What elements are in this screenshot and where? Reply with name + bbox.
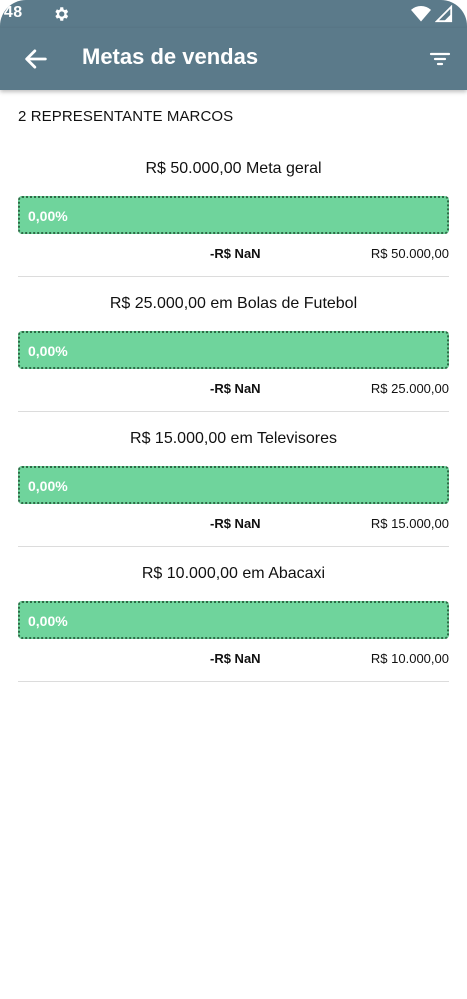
filter-icon[interactable] bbox=[427, 47, 453, 71]
page-title: Metas de vendas bbox=[82, 44, 259, 69]
goal-item: R$ 25.000,00 em Bolas de Futebol 0,00% -… bbox=[18, 277, 449, 412]
remaining-value: -R$ NaN bbox=[210, 516, 261, 531]
goal-title: R$ 10.000,00 em Abacaxi bbox=[141, 565, 326, 582]
arrow-back-icon[interactable] bbox=[22, 45, 50, 73]
goal-title: R$ 50.000,00 Meta geral bbox=[145, 160, 322, 177]
remaining-value: -R$ NaN bbox=[210, 381, 261, 396]
progress-label: 0,00% bbox=[28, 478, 68, 494]
remaining-value: -R$ NaN bbox=[210, 246, 261, 261]
goal-item: R$ 10.000,00 em Abacaxi 0,00% -R$ NaN R$… bbox=[18, 547, 449, 682]
progress-label: 0,00% bbox=[28, 613, 68, 629]
progress-label: 0,00% bbox=[28, 343, 68, 359]
goal-item: R$ 15.000,00 em Televisores 0,00% -R$ Na… bbox=[18, 412, 449, 547]
remaining-value: -R$ NaN bbox=[210, 651, 261, 666]
goal-list: R$ 50.000,00 Meta geral 0,00% -R$ NaN R$… bbox=[18, 142, 449, 682]
status-icons bbox=[411, 4, 453, 28]
status-time: :48 bbox=[0, 4, 23, 21]
progress-bar: 0,00% bbox=[18, 331, 449, 369]
target-value: R$ 50.000,00 bbox=[370, 246, 449, 261]
target-value: R$ 15.000,00 bbox=[370, 516, 449, 531]
signal-icon bbox=[434, 4, 453, 28]
progress-bar: 0,00% bbox=[18, 466, 449, 504]
gear-icon bbox=[52, 5, 70, 23]
wifi-icon bbox=[411, 5, 431, 28]
status-bar: :48 bbox=[0, 0, 467, 28]
screen: :48 Metas de vendas 2 REPRESENTANTE MARC… bbox=[0, 0, 467, 999]
goal-title: R$ 15.000,00 em Televisores bbox=[130, 430, 337, 447]
goal-item: R$ 50.000,00 Meta geral 0,00% -R$ NaN R$… bbox=[18, 142, 449, 277]
progress-bar: 0,00% bbox=[18, 196, 449, 234]
app-bar: Metas de vendas bbox=[0, 28, 467, 90]
goal-title: R$ 25.000,00 em Bolas de Futebol bbox=[109, 295, 358, 312]
target-value: R$ 25.000,00 bbox=[370, 381, 449, 396]
progress-bar: 0,00% bbox=[18, 601, 449, 639]
progress-label: 0,00% bbox=[28, 208, 68, 224]
representative-name: 2 REPRESENTANTE MARCOS bbox=[18, 108, 234, 125]
target-value: R$ 10.000,00 bbox=[370, 651, 449, 666]
